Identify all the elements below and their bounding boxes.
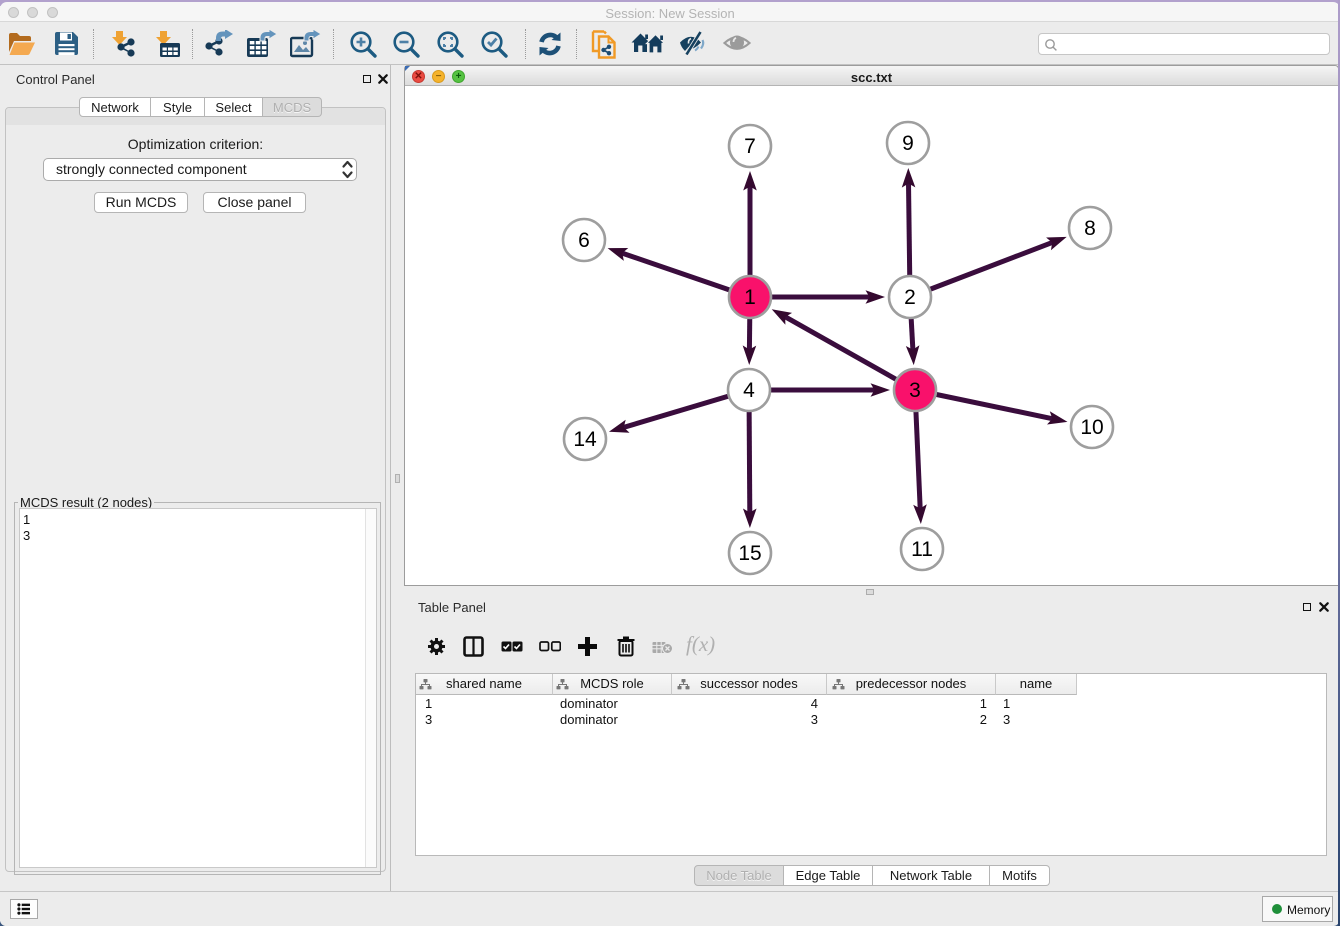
svg-text:10: 10 (1080, 416, 1103, 439)
svg-text:4: 4 (743, 379, 755, 402)
svg-text:3: 3 (909, 379, 921, 402)
svg-text:8: 8 (1084, 217, 1096, 240)
svg-text:2: 2 (904, 286, 916, 309)
svg-text:11: 11 (911, 538, 933, 561)
svg-text:7: 7 (744, 135, 756, 158)
svg-text:9: 9 (902, 132, 914, 155)
svg-text:6: 6 (578, 229, 590, 252)
svg-text:1: 1 (744, 286, 756, 309)
svg-text:14: 14 (573, 428, 597, 451)
svg-text:15: 15 (738, 542, 761, 565)
